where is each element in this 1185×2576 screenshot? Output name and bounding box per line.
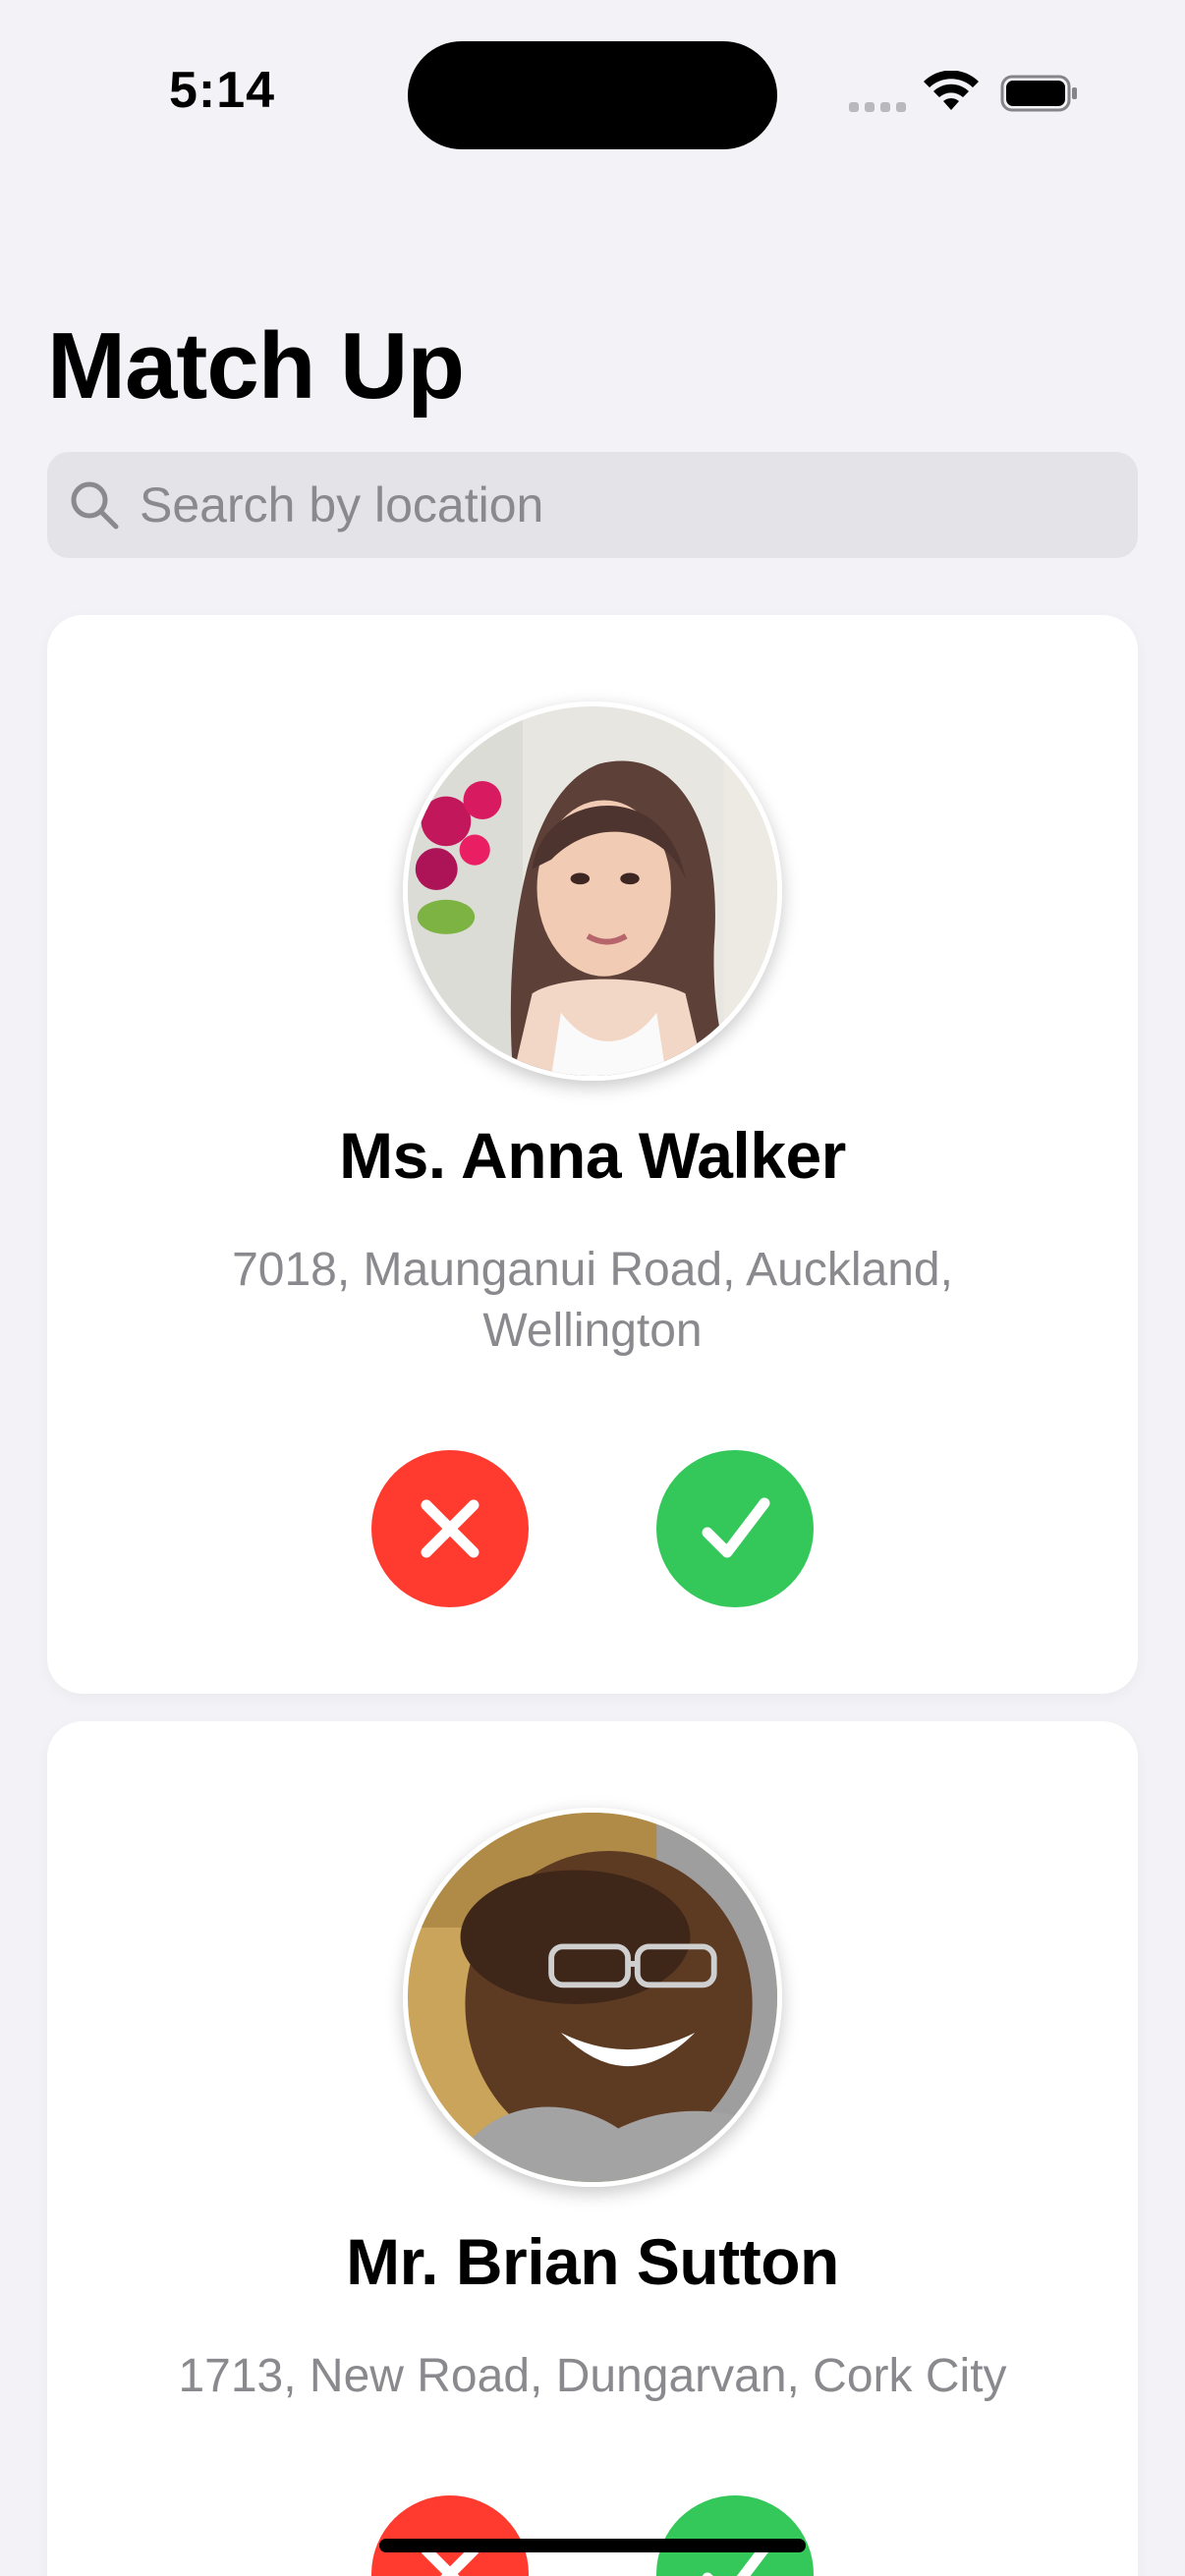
search-input[interactable]	[140, 456, 1102, 554]
checkmark-icon	[702, 1497, 770, 1558]
accept-button[interactable]	[656, 2495, 814, 2576]
match-card: Mr. Brian Sutton 1713, New Road, Dungarv…	[47, 1721, 1138, 2576]
person-name: Mr. Brian Sutton	[346, 2225, 839, 2298]
person-address: 7018, Maunganui Road, Auckland, Wellingt…	[232, 1244, 953, 1357]
match-card: Ms. Anna Walker 7018, Maunganui Road, Au…	[47, 615, 1138, 1694]
battery-icon	[1000, 75, 1077, 112]
page-title: Match Up	[47, 313, 465, 419]
reject-button[interactable]	[371, 1450, 529, 1607]
search-icon	[71, 481, 119, 530]
home-indicator[interactable]	[379, 2539, 806, 2552]
avatar	[403, 1808, 782, 2187]
reject-button[interactable]	[371, 2495, 529, 2576]
person-name: Ms. Anna Walker	[339, 1119, 846, 1192]
status-time: 5:14	[169, 62, 276, 119]
avatar	[403, 701, 782, 1081]
status-bar: 5:14	[0, 0, 1185, 187]
cellular-signal-icon	[849, 102, 906, 114]
wifi-icon	[924, 71, 979, 110]
person-address: 1713, New Road, Dungarvan, Cork City	[178, 2350, 1007, 2402]
accept-button[interactable]	[656, 1450, 814, 1607]
dynamic-island	[408, 41, 777, 149]
screen: 5:14 Match Up Search by location Ms. Ann…	[0, 0, 1185, 2576]
search-bar[interactable]	[47, 452, 1138, 558]
x-mark-icon	[421, 1499, 480, 1558]
